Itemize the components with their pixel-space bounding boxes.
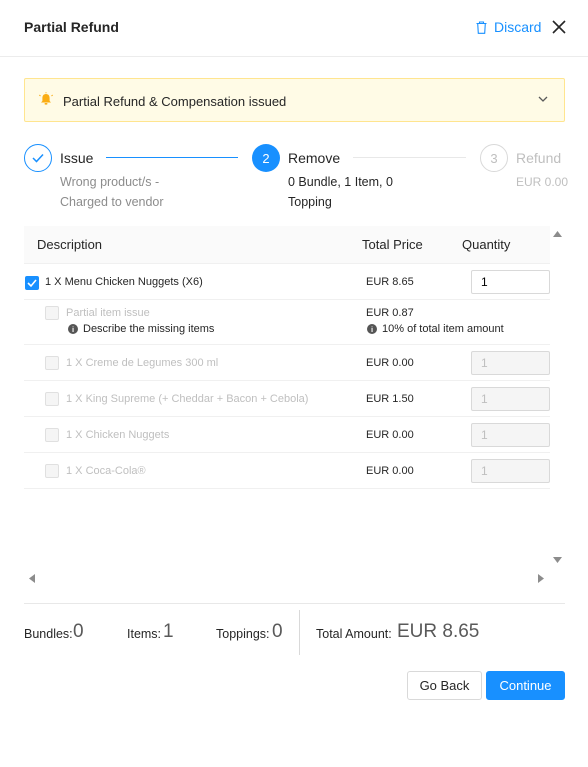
row-price-note: i 10% of total item amount — [367, 323, 504, 335]
trash-icon — [476, 20, 487, 34]
bundles-value: 0 — [73, 621, 84, 642]
info-icon: i — [68, 324, 78, 334]
row-description: Partial item issue — [66, 307, 150, 319]
step-issue-circle — [24, 144, 52, 172]
quantity-input[interactable] — [471, 423, 550, 447]
drawer-header: Partial Refund Discard — [0, 0, 588, 57]
arrow-up-icon[interactable] — [553, 231, 562, 237]
step-connector — [353, 157, 466, 158]
check-icon — [27, 279, 37, 288]
continue-button[interactable]: Continue — [486, 671, 565, 700]
row-price: EUR 0.00 — [366, 429, 414, 441]
step-refund-title: Refund — [516, 150, 562, 166]
step-remove-title: Remove — [288, 150, 341, 166]
step-remove-circle: 2 — [252, 144, 280, 172]
row-price: EUR 0.87 — [366, 307, 414, 319]
table-row: Partial item issue EUR 0.87 i Describe t… — [24, 300, 550, 345]
step-remove-desc-2: Topping — [288, 195, 332, 209]
row-description: 1 X Menu Chicken Nuggets (X6) — [45, 276, 203, 288]
row-price: EUR 0.00 — [366, 357, 414, 369]
info-icon: i — [367, 324, 377, 334]
total-amount-value: EUR 8.65 — [397, 621, 480, 642]
close-icon[interactable] — [550, 18, 568, 36]
row-note: i Describe the missing items — [68, 323, 214, 335]
step-issue-title: Issue — [60, 150, 94, 166]
row-description: 1 X Chicken Nuggets — [66, 429, 170, 441]
row-description: 1 X Creme de Legumes 300 ml — [66, 357, 219, 369]
step-refund-desc: EUR 0.00 — [516, 175, 569, 189]
row-price-note-text: 10% of total item amount — [382, 323, 504, 335]
table-row: 1 X Creme de Legumes 300 ml EUR 0.00 — [24, 345, 550, 381]
step-connector — [106, 157, 238, 158]
items-table: Description Total Price Quantity 1 X Men… — [24, 226, 565, 586]
vertical-scrollbar[interactable] — [550, 226, 565, 569]
arrow-right-icon[interactable] — [538, 574, 544, 583]
table-row: 1 X Coca-Cola® EUR 0.00 — [24, 453, 550, 489]
alert-text: Partial Refund & Compensation issued — [63, 94, 287, 109]
items-label: Items: — [127, 627, 162, 641]
row-note-text: Describe the missing items — [83, 323, 215, 335]
row-price: EUR 1.50 — [366, 393, 414, 405]
column-quantity: Quantity — [462, 237, 511, 252]
row-checkbox[interactable] — [45, 464, 59, 478]
toppings-value: 0 — [272, 621, 283, 642]
discard-label: Discard — [494, 19, 542, 35]
table-row: 1 X King Supreme (+ Cheddar + Bacon + Ce… — [24, 381, 550, 417]
step-refund-circle: 3 — [480, 144, 508, 172]
column-total-price: Total Price — [362, 237, 423, 252]
chevron-down-icon[interactable] — [537, 93, 549, 105]
summary-vertical-divider — [299, 610, 300, 655]
row-checkbox[interactable] — [25, 276, 39, 290]
drawer-title: Partial Refund — [24, 19, 119, 35]
horizontal-scrollbar[interactable] — [24, 569, 550, 586]
go-back-button[interactable]: Go Back — [407, 671, 482, 700]
row-price: EUR 0.00 — [366, 465, 414, 477]
status-alert[interactable]: Partial Refund & Compensation issued — [24, 78, 565, 122]
arrow-down-icon[interactable] — [553, 557, 562, 563]
toppings-label: Toppings: — [216, 627, 270, 641]
bell-icon — [39, 92, 53, 105]
summary-divider — [24, 603, 565, 604]
row-checkbox[interactable] — [45, 428, 59, 442]
step-issue-desc-1: Wrong product/s - — [60, 175, 160, 189]
row-checkbox[interactable] — [45, 356, 59, 370]
row-description: 1 X Coca-Cola® — [66, 465, 146, 477]
row-checkbox[interactable] — [45, 392, 59, 406]
bundles-label: Bundles: — [24, 627, 73, 641]
items-value: 1 — [163, 621, 174, 642]
quantity-input[interactable] — [471, 351, 550, 375]
step-issue-desc-2: Charged to vendor — [60, 195, 164, 209]
quantity-input[interactable] — [471, 459, 550, 483]
row-price: EUR 8.65 — [366, 276, 414, 288]
arrow-left-icon[interactable] — [29, 574, 35, 583]
total-amount-label: Total Amount: — [316, 627, 392, 641]
table-row: 1 X Menu Chicken Nuggets (X6) EUR 8.65 — [24, 264, 550, 300]
quantity-input[interactable] — [471, 387, 550, 411]
column-description: Description — [37, 237, 103, 252]
discard-button[interactable]: Discard — [476, 19, 541, 35]
check-icon — [32, 153, 44, 163]
row-description: 1 X King Supreme (+ Cheddar + Bacon + Ce… — [66, 393, 309, 405]
step-remove-desc-1: 0 Bundle, 1 Item, 0 — [288, 175, 393, 189]
quantity-input[interactable] — [471, 270, 550, 294]
table-header: Description Total Price Quantity — [24, 226, 550, 264]
row-checkbox[interactable] — [45, 306, 59, 320]
table-row: 1 X Chicken Nuggets EUR 0.00 — [24, 417, 550, 453]
